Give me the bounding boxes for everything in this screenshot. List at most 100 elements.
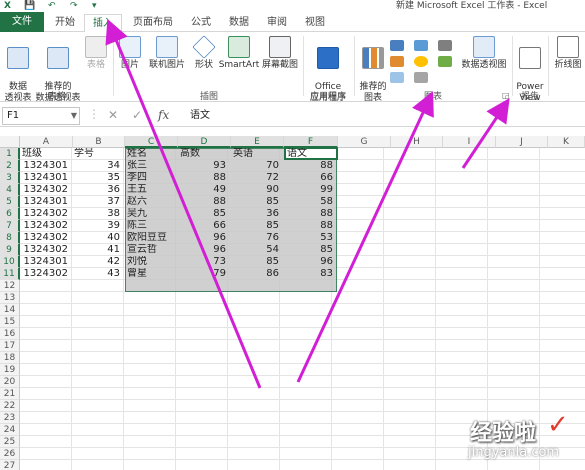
save-icon[interactable]: 💾 [24,0,35,12]
insert-function-button[interactable]: fx [158,108,169,122]
data-cell[interactable]: 58 [287,196,335,208]
row-header-11[interactable]: 11 [0,268,20,280]
data-cell[interactable]: 1324301 [22,196,70,208]
data-cell[interactable]: 43 [74,268,122,280]
online-pictures-button[interactable]: 联机图片 [146,36,188,71]
combo-chart-icon[interactable] [438,56,452,67]
column-header-e[interactable]: E [231,136,284,148]
column-header-a[interactable]: A [20,136,73,148]
data-cell[interactable]: 34 [74,160,122,172]
data-cell[interactable]: 张三 [127,160,177,172]
tab-page-layout[interactable]: 页面布局 [126,14,180,32]
data-cell[interactable]: 88 [180,172,228,184]
header-cell-math[interactable]: 高数 [180,148,230,160]
row-header-3[interactable]: 3 [0,172,20,184]
data-cell[interactable]: 83 [287,268,335,280]
data-cell[interactable]: 73 [180,256,228,268]
select-all-corner[interactable] [0,136,20,148]
data-cell[interactable]: 1324302 [22,268,70,280]
enter-icon[interactable]: ✓ [132,108,142,122]
data-cell[interactable]: 54 [233,244,281,256]
row-header-20[interactable]: 20 [0,376,20,388]
tab-formulas[interactable]: 公式 [184,14,218,32]
row-header-10[interactable]: 10 [0,256,20,268]
column-header-j[interactable]: J [496,136,548,148]
pivot-chart-button[interactable]: 数据透视图 [460,36,508,71]
data-cell[interactable]: 赵六 [127,196,177,208]
data-cell[interactable]: 36 [233,208,281,220]
data-cell[interactable]: 70 [233,160,281,172]
undo-icon[interactable]: ↶ [48,0,56,12]
redo-icon[interactable]: ↷ [70,0,78,12]
data-cell[interactable]: 1324302 [22,232,70,244]
row-header-9[interactable]: 9 [0,244,20,256]
pie-chart-icon[interactable] [414,56,428,67]
data-cell[interactable]: 曾星 [127,268,177,280]
data-cell[interactable]: 陈三 [127,220,177,232]
data-cell[interactable]: 1324302 [22,220,70,232]
data-cell[interactable]: 86 [233,268,281,280]
row-header-16[interactable]: 16 [0,328,20,340]
header-cell-class[interactable]: 班级 [22,148,72,160]
hierarchy-chart-icon[interactable] [438,40,452,51]
area-chart-icon[interactable] [390,72,404,83]
row-header-21[interactable]: 21 [0,388,20,400]
data-cell[interactable]: 欧阳豆豆 [127,232,177,244]
tab-review[interactable]: 审阅 [260,14,294,32]
row-header-25[interactable]: 25 [0,436,20,448]
data-cell[interactable]: 41 [74,244,122,256]
data-cell[interactable]: 53 [287,232,335,244]
bar-chart-icon[interactable] [390,56,404,67]
tab-data[interactable]: 数据 [222,14,256,32]
data-cell[interactable]: 88 [287,208,335,220]
data-cell[interactable]: 66 [287,172,335,184]
data-cell[interactable]: 96 [287,256,335,268]
row-header-12[interactable]: 12 [0,280,20,292]
customize-toolbar-icon[interactable]: ▾ [92,0,97,12]
data-cell[interactable]: 88 [180,196,228,208]
tab-home[interactable]: 开始 [48,14,82,32]
data-cell[interactable]: 42 [74,256,122,268]
column-header-d[interactable]: D [178,136,231,148]
data-cell[interactable]: 刘悦 [127,256,177,268]
row-header-4[interactable]: 4 [0,184,20,196]
column-header-b[interactable]: B [73,136,125,148]
tab-view[interactable]: 视图 [298,14,332,32]
picture-button[interactable]: 图片 [116,36,144,71]
column-header-k[interactable]: K [548,136,585,148]
tab-insert[interactable]: 插入 [84,14,122,33]
smartart-button[interactable]: SmartArt [218,36,260,71]
data-cell[interactable]: 1324302 [22,208,70,220]
header-cell-name[interactable]: 姓名 [127,148,177,160]
row-header-26[interactable]: 26 [0,448,20,460]
row-header-23[interactable]: 23 [0,412,20,424]
row-header-13[interactable]: 13 [0,292,20,304]
data-cell[interactable]: 85 [233,220,281,232]
data-cell[interactable]: 王五 [127,184,177,196]
tab-file[interactable]: 文件 [0,12,44,32]
data-cell[interactable]: 40 [74,232,122,244]
data-cell[interactable]: 85 [233,196,281,208]
data-cell[interactable]: 1324301 [22,172,70,184]
data-cell[interactable]: 1324301 [22,256,70,268]
row-header-27[interactable]: 27 [0,460,20,470]
name-box[interactable]: F1 ▼ [2,107,80,125]
data-cell[interactable]: 85 [287,244,335,256]
row-header-19[interactable]: 19 [0,364,20,376]
data-cell[interactable]: 39 [74,220,122,232]
data-cell[interactable]: 99 [287,184,335,196]
scatter-chart-icon[interactable] [414,72,428,83]
data-cell[interactable]: 49 [180,184,228,196]
data-cell[interactable]: 76 [233,232,281,244]
data-cell[interactable]: 79 [180,268,228,280]
data-cell[interactable]: 1324302 [22,244,70,256]
row-header-14[interactable]: 14 [0,304,20,316]
data-cell[interactable]: 1324301 [22,160,70,172]
data-cell[interactable]: 88 [287,160,335,172]
data-cell[interactable]: 1324302 [22,184,70,196]
row-header-22[interactable]: 22 [0,400,20,412]
data-cell[interactable]: 96 [180,244,228,256]
charts-dialog-launcher-icon[interactable]: ◲ [502,91,510,100]
shapes-button[interactable]: 形状 [190,35,218,71]
row-header-5[interactable]: 5 [0,196,20,208]
